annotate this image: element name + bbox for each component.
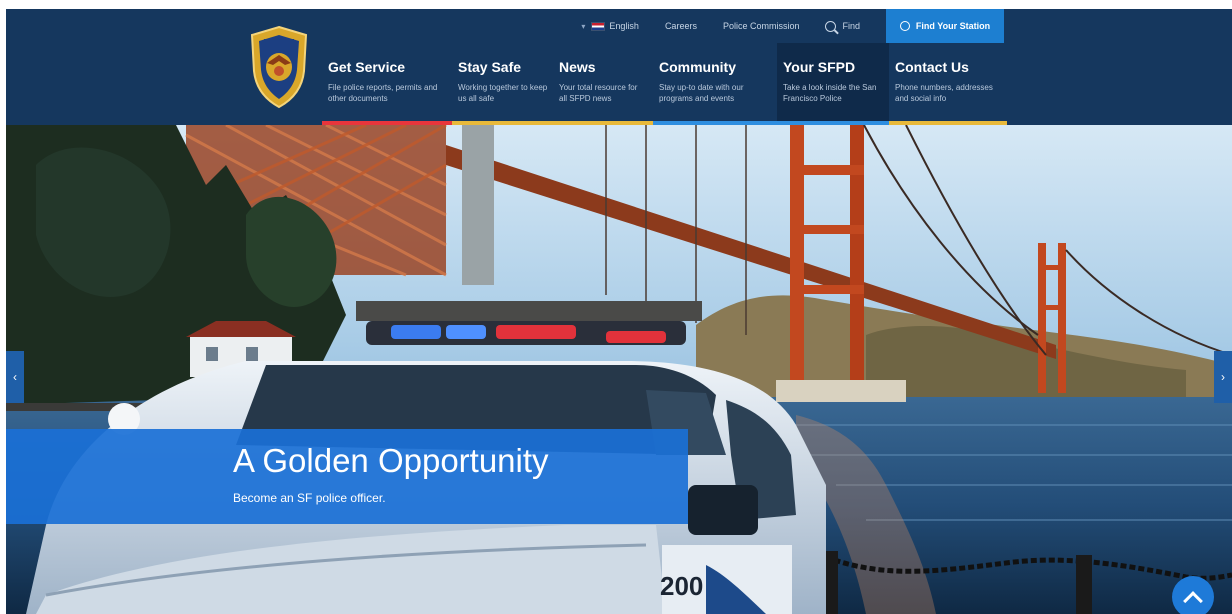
nav-accent-bar [889,121,1007,125]
chevron-right-icon: › [1221,370,1225,384]
hero-subtitle: Become an SF police officer. [233,491,386,505]
nav-description: Your total resource for all SFPD news [559,83,638,103]
nav-get-service[interactable]: Get Service File police reports, permits… [322,43,452,125]
nav-accent-bar [653,121,777,125]
find-button[interactable]: Find [825,20,860,32]
police-commission-link[interactable]: Police Commission [723,21,800,31]
nav-news[interactable]: News Your total resource for all SFPD ne… [553,43,653,125]
chevron-up-icon [1183,591,1203,611]
nav-accent-bar [553,121,653,125]
slider-next-button[interactable]: › [1214,351,1232,403]
car-number: 200 [660,571,703,601]
hero-title: A Golden Opportunity [233,442,549,479]
sfpd-badge-logo[interactable] [248,25,310,109]
find-your-station-label: Find Your Station [915,21,991,31]
nav-accent-bar [452,121,553,125]
language-label: English [609,21,639,31]
nav-title: Stay Safe [458,59,522,75]
nav-title: Community [659,59,736,75]
nav-community[interactable]: Community Stay up-to date with our progr… [653,43,777,125]
location-pin-icon [899,21,910,31]
find-label: Find [842,21,860,31]
page-frame: ▾ English Careers Police Commission Find… [6,9,1232,614]
nav-accent-bar [777,121,889,125]
slider-prev-button[interactable]: ‹ [6,351,24,403]
careers-link[interactable]: Careers [665,21,697,31]
back-to-top-button[interactable] [1172,576,1214,614]
nav-description: Phone numbers, addresses and social info [895,83,993,103]
nav-title: Your SFPD [783,59,856,75]
nav-description: Stay up-to date with our programs and ev… [659,83,744,103]
nav-contact-us[interactable]: Contact Us Phone numbers, addresses and … [889,43,1007,125]
find-your-station-button[interactable]: Find Your Station [886,9,1004,43]
nav-stay-safe[interactable]: Stay Safe Working together to keep us al… [452,43,553,125]
language-selector[interactable]: ▾ English [581,21,639,31]
nav-description: Take a look inside the San Francisco Pol… [783,83,877,103]
search-icon [825,20,837,32]
hero-slider: 200 ‹ › A Golden Opportunity Become an S… [6,125,1232,614]
site-header: ▾ English Careers Police Commission Find… [6,9,1232,125]
hero-caption[interactable]: A Golden Opportunity Become an SF police… [6,429,688,524]
chevron-down-icon: ▾ [581,21,586,31]
hero-image: 200 [6,125,1232,614]
nav-title: Contact Us [895,59,969,75]
nav-accent-bar [322,121,452,125]
utility-bar: ▾ English Careers Police Commission Find… [581,9,1232,43]
us-flag-icon [591,21,606,31]
chevron-left-icon: ‹ [13,370,17,384]
nav-your-sfpd[interactable]: Your SFPD Take a look inside the San Fra… [777,43,889,125]
nav-title: Get Service [328,59,406,75]
nav-title: News [559,59,596,75]
nav-description: File police reports, permits and other d… [328,83,438,103]
nav-description: Working together to keep us all safe [458,83,548,103]
main-nav: Get Service File police reports, permits… [322,43,1007,125]
